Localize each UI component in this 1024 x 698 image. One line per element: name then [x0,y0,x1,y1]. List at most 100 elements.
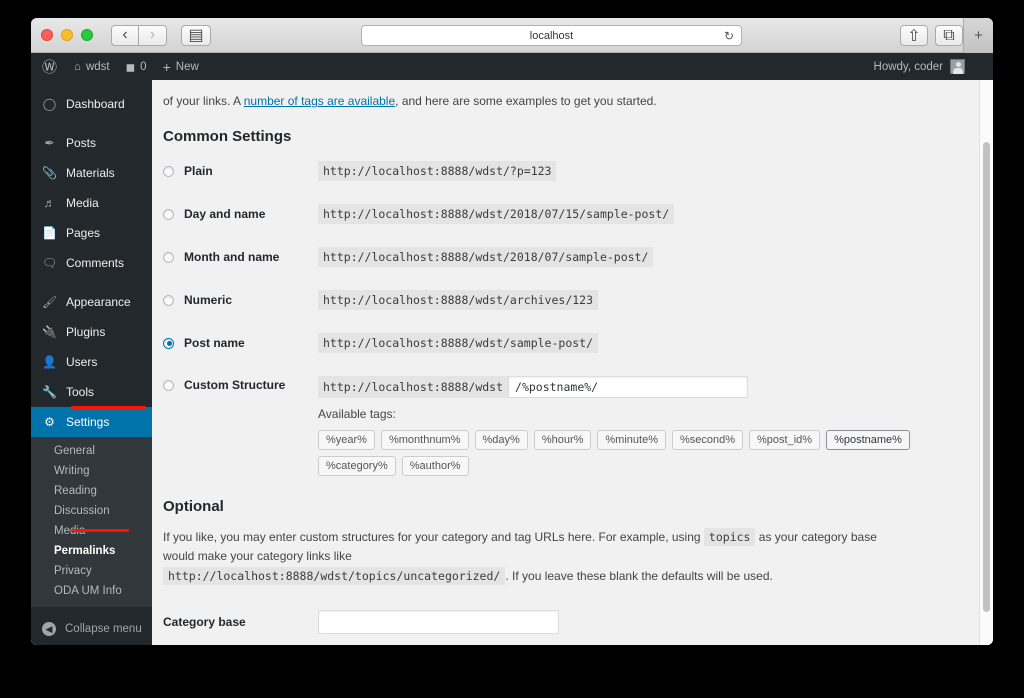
submenu-item-general[interactable]: General [31,441,152,461]
forward-button[interactable]: › [139,24,167,46]
submenu-item-privacy[interactable]: Privacy [31,561,152,581]
tag-button-post-id[interactable]: %post_id% [749,430,821,450]
radio-plain[interactable] [163,165,174,177]
option-example-url: http://localhost:8888/wdst/?p=123 [318,161,557,181]
available-tags-link[interactable]: number of tags are available [244,94,395,108]
browser-toolbar: ‹ › ▤ localhost ↻ ⇧ ⧉ + [31,18,993,53]
show-tabs-icon[interactable]: ⧉ [935,25,963,46]
sidebar-item-label: Users [66,355,98,369]
collapse-arrow-icon: ◀ [42,622,56,636]
comment-icon: 🗨 [42,256,58,270]
menu-separator [31,119,152,128]
permalink-option-numeric[interactable]: Numeric http://localhost:8888/wdst/archi… [163,290,993,310]
optional-description: If you like, you may enter custom struct… [163,528,893,586]
submenu-item-discussion[interactable]: Discussion [31,501,152,521]
address-bar-text: localhost [529,29,574,42]
permalink-option-post-name[interactable]: Post name http://localhost:8888/wdst/sam… [163,333,993,353]
sidebar-item-users[interactable]: 👤 Users [31,347,152,377]
sidebar-item-settings[interactable]: ⚙ Settings [31,407,152,437]
menu-separator [31,278,152,287]
sidebar-item-plugins[interactable]: 🔌 Plugins [31,317,152,347]
pages-icon: 📄 [42,226,57,240]
permalink-option-custom-structure[interactable]: Custom Structure http://localhost:8888/w… [163,376,993,398]
admin-bar-new[interactable]: + New [155,53,207,80]
wordpress-logo-icon[interactable]: Ⓦ [31,56,66,77]
permalink-option-day-and-name[interactable]: Day and name http://localhost:8888/wdst/… [163,204,993,224]
common-settings-title: Common Settings [163,128,292,145]
close-window-button[interactable] [41,29,53,41]
reload-icon[interactable]: ↻ [724,29,734,43]
page-scrollbar[interactable] [979,80,993,645]
navigation-buttons: ‹ › [111,24,167,46]
radio-numeric[interactable] [163,294,174,306]
sidebar-item-pages[interactable]: 📄 Pages [31,218,152,248]
submenu-item-oda-um-info[interactable]: ODA UM Info [31,581,152,601]
radio-cell: Month and name [163,250,318,264]
radio-day-and-name[interactable] [163,208,174,220]
tag-button-monthnum[interactable]: %monthnum% [380,430,469,450]
pin-icon: ✒ [44,136,55,150]
radio-cell: Post name [163,336,318,350]
tag-button-day[interactable]: %day% [474,430,528,450]
zoom-window-button[interactable] [81,29,93,41]
sidebar-item-media[interactable]: ♬ Media [31,188,152,218]
users-icon: 👤 [42,355,57,369]
optional-code-topics: topics [703,528,756,546]
tag-button-second[interactable]: %second% [671,430,744,450]
radio-cell: Plain [163,164,318,178]
submenu-item-permalinks[interactable]: Permalinks [31,541,152,561]
annotation-underline-settings [71,406,146,409]
submenu-item-reading[interactable]: Reading [31,481,152,501]
settings-submenu: General Writing Reading Discussion Media… [31,437,152,607]
toolbar-right-buttons: ⇧ ⧉ [900,25,963,46]
submenu-item-writing[interactable]: Writing [31,461,152,481]
admin-bar-comments[interactable]: ◼ 0 [118,53,155,80]
browser-window: ‹ › ▤ localhost ↻ ⇧ ⧉ + Ⓦ ⌂ wdst ◼ 0 + N… [31,18,993,645]
permalink-option-month-and-name[interactable]: Month and name http://localhost:8888/wds… [163,247,993,267]
sidebar-item-appearance[interactable]: 🖌 Appearance [31,287,152,317]
sidebar-item-label: Tools [66,385,95,399]
available-tags-label: Available tags: [318,407,396,421]
intro-prefix: of your links. A [163,94,244,108]
sidebar-item-label: Comments [66,256,125,270]
address-bar[interactable]: localhost ↻ [361,25,742,46]
tag-button-author[interactable]: %author% [401,456,469,476]
new-tab-button[interactable]: + [963,18,993,53]
sidebar-item-tools[interactable]: 🔧 Tools [31,377,152,407]
tag-button-minute[interactable]: %minute% [597,430,666,450]
custom-structure-field: http://localhost:8888/wdst [318,376,749,398]
back-button[interactable]: ‹ [111,24,139,46]
site-name-label: wdst [85,60,110,73]
share-icon[interactable]: ⇧ [900,25,928,46]
sidebar-item-materials[interactable]: 📎 Materials [31,158,152,188]
permalink-option-plain[interactable]: Plain http://localhost:8888/wdst/?p=123 [163,161,993,181]
tag-button-category[interactable]: %category% [318,456,396,476]
radio-month-and-name[interactable] [163,251,174,263]
radio-post-name[interactable] [163,337,174,349]
category-base-input[interactable] [318,610,559,635]
tag-button-year[interactable]: %year% [318,430,375,450]
menu-spacer-top [31,80,152,89]
admin-bar-site-name[interactable]: ⌂ wdst [66,53,118,80]
radio-custom-structure[interactable] [163,379,174,391]
collapse-menu-button[interactable]: ◀ Collapse menu [31,613,152,645]
custom-structure-input[interactable] [508,376,749,398]
collapse-menu-label: Collapse menu [65,623,142,635]
tag-button-hour[interactable]: %hour% [533,430,592,450]
sidebar-item-comments[interactable]: 🗨 Comments [31,248,152,278]
sidebar-item-posts[interactable]: ✒ Posts [31,128,152,158]
comment-count: 0 [140,60,147,73]
sidebar-item-label: Plugins [66,325,106,339]
optional-code-example-url: http://localhost:8888/wdst/topics/uncate… [163,566,506,585]
sidebar-toggle-icon[interactable]: ▤ [181,24,211,46]
sidebar-item-dashboard[interactable]: ◯ Dashboard [31,89,152,119]
sidebar-item-label: Pages [66,226,101,240]
annotation-underline-permalinks [71,529,129,532]
available-tag-buttons: %year% %monthnum% %day% %hour% %minute% … [318,430,993,476]
page-scrollbar-thumb[interactable] [983,142,990,612]
tag-button-postname[interactable]: %postname% [826,430,910,450]
wp-admin-bar: Ⓦ ⌂ wdst ◼ 0 + New Howdy, coder [31,53,993,80]
admin-bar-account[interactable]: Howdy, coder [874,59,993,74]
minimize-window-button[interactable] [61,29,73,41]
new-label: New [175,60,199,73]
